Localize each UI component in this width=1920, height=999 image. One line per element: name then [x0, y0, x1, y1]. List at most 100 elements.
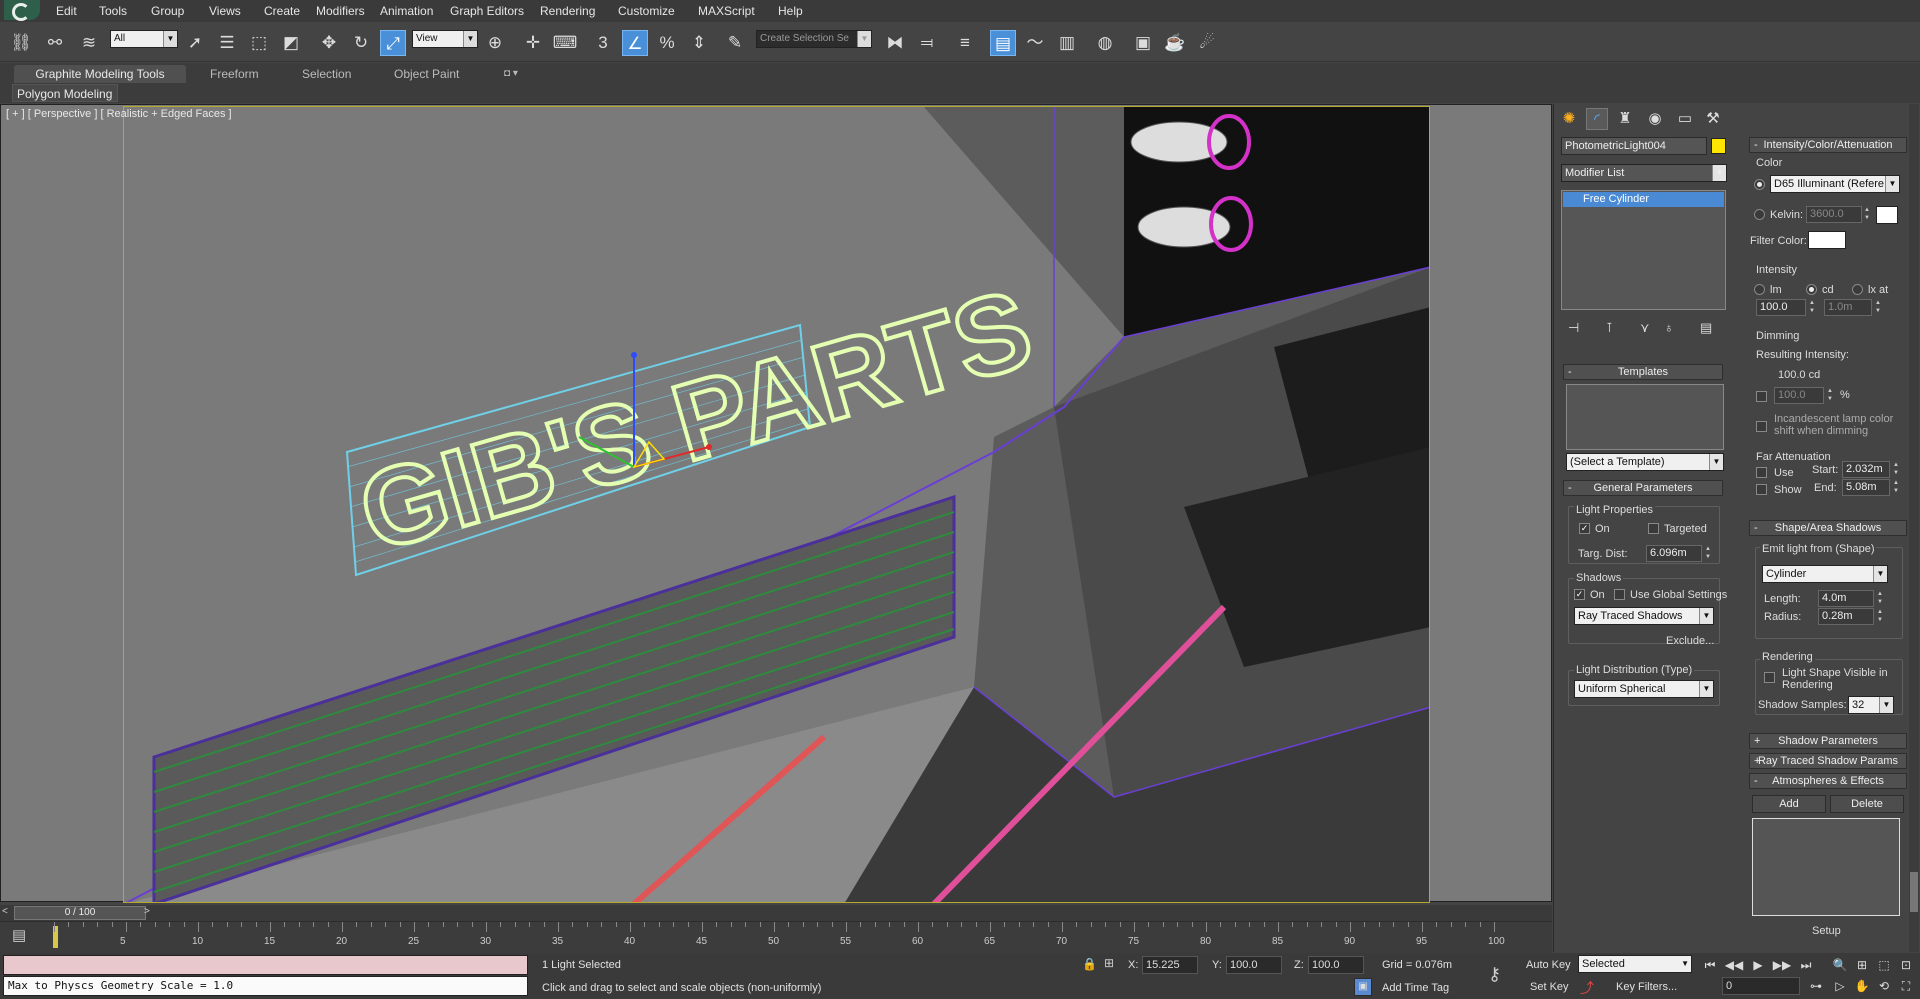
mirror-icon[interactable]: ⧓ [882, 30, 908, 56]
light-on-checkbox[interactable]: ✓ [1579, 523, 1590, 534]
menu-modifiers[interactable]: Modifiers [316, 4, 365, 18]
zoom-extents-all-icon[interactable]: ⊡ [1896, 956, 1916, 974]
absolute-mode-icon[interactable]: ⊞ [1104, 956, 1114, 970]
lx-at-radio[interactable] [1852, 284, 1863, 295]
add-time-tag[interactable]: Add Time Tag [1382, 982, 1449, 994]
next-frame-icon[interactable]: ▶▶ [1772, 956, 1792, 974]
snaps-toggle-icon[interactable]: 3 [590, 30, 616, 56]
intensity-color-attenuation-header[interactable]: - Intensity/Color/Attenuation [1749, 137, 1907, 153]
material-editor-icon[interactable]: ◍ [1092, 30, 1118, 56]
key-mode-toggle-icon[interactable]: ⊶ [1806, 977, 1826, 995]
create-tab-icon[interactable]: ✺ [1558, 108, 1580, 130]
tab-graphite-modeling-tools[interactable]: Graphite Modeling Tools [14, 65, 186, 83]
radius-arrows[interactable]: ▲ ▼ [1875, 608, 1885, 625]
time-slider-thumb[interactable]: 0 / 100 [14, 906, 146, 920]
zoom-extents-icon[interactable]: ⬚ [1874, 956, 1894, 974]
dimming-percent-arrows[interactable]: ▲ ▼ [1825, 387, 1835, 404]
application-button[interactable] [4, 0, 40, 21]
templates-rollout-header[interactable]: - Templates [1563, 364, 1723, 380]
panel-polygon-modeling[interactable]: Polygon Modeling [12, 84, 118, 102]
lx-distance-spinner[interactable]: 1.0m [1824, 299, 1872, 316]
targeted-checkbox[interactable] [1648, 523, 1659, 534]
goto-start-icon[interactable]: ⏮ [1700, 956, 1720, 974]
key-icon[interactable]: ⚷ [1488, 964, 1501, 985]
window-crossing-icon[interactable]: ◩ [278, 30, 304, 56]
modifier-list-dropdown[interactable]: Modifier List ▼ [1561, 164, 1727, 182]
current-frame-field[interactable]: 0 [1722, 977, 1800, 995]
maxscript-output[interactable]: Max to Physcs Geometry Scale = 1.0 [3, 976, 528, 996]
far-start-arrows[interactable]: ▲ ▼ [1891, 461, 1901, 478]
viewport-label[interactable]: [ + ] [ Perspective ] [ Realistic + Edge… [6, 108, 232, 120]
display-tab-icon[interactable]: ▭ [1674, 108, 1696, 130]
previous-frame-icon[interactable]: ◀◀ [1724, 956, 1744, 974]
unlink-icon[interactable]: ⚯ [42, 30, 68, 56]
color-preset-dropdown[interactable]: D65 Illuminant (Refere ▼ [1770, 175, 1900, 193]
select-move-icon[interactable]: ✥ [316, 30, 342, 56]
percent-snap-icon[interactable]: % [654, 30, 680, 56]
light-distribution-dropdown[interactable]: Uniform Spherical ▼ [1574, 680, 1714, 698]
menu-graph-editors[interactable]: Graph Editors [450, 4, 524, 18]
far-end-spinner[interactable]: 5.08m [1842, 479, 1890, 496]
dimming-percent-spinner[interactable]: 100.0 [1774, 387, 1824, 404]
radius-spinner[interactable]: 0.28m [1818, 608, 1874, 625]
render-production-icon[interactable]: ☄ [1194, 30, 1220, 56]
render-setup-icon[interactable]: ▣ [1130, 30, 1156, 56]
menu-views[interactable]: Views [209, 4, 241, 18]
show-end-result-icon[interactable]: ⊺ [1606, 320, 1613, 336]
command-panel-scrollbar[interactable] [1909, 104, 1919, 952]
menu-group[interactable]: Group [151, 4, 184, 18]
layer-manager-icon[interactable]: ≡ [952, 30, 978, 56]
menu-create[interactable]: Create [264, 4, 300, 18]
play-icon[interactable]: ▶ [1748, 956, 1768, 974]
use-pivot-center-icon[interactable]: ⊕ [482, 30, 508, 56]
reference-coordinate-dropdown[interactable]: View ▼ [412, 30, 478, 48]
auto-key-button[interactable]: Auto Key [1526, 959, 1571, 971]
far-end-arrows[interactable]: ▲ ▼ [1891, 479, 1901, 496]
kelvin-spinner[interactable]: 3600.0 [1806, 206, 1862, 223]
motion-tab-icon[interactable]: ◉ [1644, 108, 1666, 130]
template-select-dropdown[interactable]: (Select a Template) ▼ [1566, 453, 1724, 471]
lx-distance-spinner-arrows[interactable]: ▲ ▼ [1873, 299, 1883, 316]
bind-space-warp-icon[interactable]: ≋ [76, 30, 102, 56]
goto-end-icon[interactable]: ⏭ [1796, 956, 1816, 974]
intensity-spinner-arrows[interactable]: ▲ ▼ [1807, 299, 1817, 316]
utilities-tab-icon[interactable]: ⚒ [1702, 108, 1724, 130]
shadows-on-checkbox[interactable]: ✓ [1574, 589, 1585, 600]
targ-dist-spinner[interactable]: 6.096m [1646, 545, 1702, 562]
zoom-icon[interactable]: 🔍 [1830, 956, 1850, 974]
lm-radio[interactable] [1754, 284, 1765, 295]
configure-modifier-sets-icon[interactable]: ▤ [1700, 320, 1712, 336]
atmospheres-list[interactable] [1752, 818, 1900, 916]
command-panel-scroll-thumb[interactable] [1910, 872, 1918, 912]
time-slider[interactable] [0, 905, 1552, 921]
remove-modifier-icon[interactable]: ♁ [1664, 320, 1674, 335]
length-spinner[interactable]: 4.0m [1818, 590, 1874, 607]
cd-radio[interactable] [1806, 284, 1817, 295]
menu-tools[interactable]: Tools [99, 4, 127, 18]
time-tag-icon[interactable]: ▣ [1354, 978, 1372, 996]
targ-dist-spinner-arrows[interactable]: ▲ ▼ [1703, 545, 1713, 562]
stack-item-free-cylinder[interactable]: Free Cylinder [1563, 192, 1724, 207]
use-global-settings-checkbox[interactable] [1614, 589, 1625, 600]
key-filters-button[interactable]: Key Filters... [1616, 981, 1677, 993]
modifier-stack[interactable] [1561, 190, 1726, 310]
exclude-button[interactable]: Exclude... [1666, 635, 1714, 647]
length-arrows[interactable]: ▲ ▼ [1875, 590, 1885, 607]
keyboard-shortcut-override-icon[interactable]: ⌨ [552, 30, 578, 56]
x-coordinate-field[interactable]: 15.225 [1142, 956, 1198, 974]
shadow-parameters-header[interactable]: + Shadow Parameters [1749, 733, 1907, 749]
y-coordinate-field[interactable]: 100.0 [1226, 956, 1282, 974]
lock-icon[interactable]: 🔒 [1082, 957, 1097, 971]
general-parameters-header[interactable]: - General Parameters [1563, 480, 1723, 496]
light-shape-visible-checkbox[interactable] [1764, 672, 1775, 683]
atmos-add-button[interactable]: Add [1752, 795, 1826, 813]
color-preset-radio[interactable] [1754, 179, 1765, 190]
set-key-button[interactable]: Set Key [1530, 981, 1569, 993]
menu-maxscript[interactable]: MAXScript [698, 4, 755, 18]
kelvin-spinner-arrows[interactable]: ▲ ▼ [1862, 206, 1872, 223]
emit-shape-dropdown[interactable]: Cylinder ▼ [1762, 565, 1888, 583]
ray-traced-shadow-params-header[interactable]: + Ray Traced Shadow Params [1749, 753, 1907, 769]
shape-area-shadows-header[interactable]: - Shape/Area Shadows [1749, 520, 1907, 536]
rendered-frame-window-icon[interactable]: ☕ [1162, 30, 1188, 56]
angle-snap-icon[interactable]: ∠ [622, 30, 648, 56]
